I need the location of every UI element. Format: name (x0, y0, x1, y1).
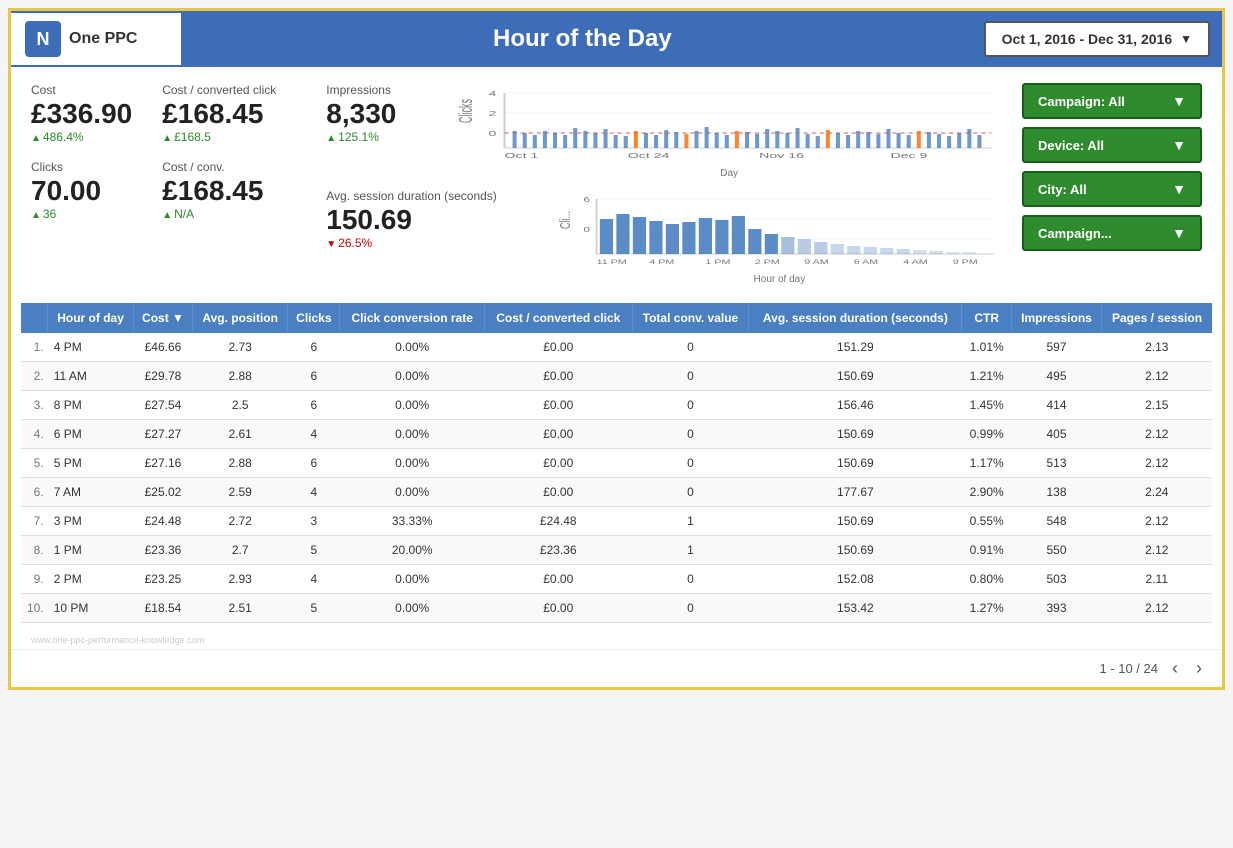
watermark: www.one-ppc-performance-knowledge.com (11, 633, 1222, 649)
top-chart-xlabel: Day (456, 168, 1002, 179)
svg-text:1 PM: 1 PM (705, 258, 730, 265)
data-table: Hour of day Cost ▼ Avg. position Clicks … (21, 303, 1212, 623)
table-row: 6.7 AM£25.022.5940.00%£0.000177.672.90%1… (21, 478, 1212, 507)
date-range-label: Oct 1, 2016 - Dec 31, 2016 (1002, 31, 1172, 47)
bottom-chart: Cli... 6 0 (557, 189, 1002, 269)
data-table-section: Hour of day Cost ▼ Avg. position Clicks … (11, 293, 1222, 633)
ccc-change-arrow (162, 130, 172, 144)
svg-text:Oct 24: Oct 24 (628, 152, 670, 160)
filters-panel: Campaign: All ▼ Device: All ▼ City: All … (1002, 83, 1202, 251)
impressions-change-arrow (326, 130, 336, 144)
col-ctr[interactable]: CTR (962, 303, 1012, 333)
svg-text:Cli...: Cli... (557, 211, 574, 229)
campaign-extra-dropdown-arrow: ▼ (1172, 225, 1186, 241)
col-pages-session[interactable]: Pages / session (1102, 303, 1212, 333)
metric-cost-converted-click: Cost / converted click £168.45 £168.5 (162, 83, 306, 144)
col-click-conversion-rate[interactable]: Click conversion rate (340, 303, 485, 333)
table-row: 2.11 AM£29.782.8860.00%£0.000150.691.21%… (21, 362, 1212, 391)
table-row: 3.8 PM£27.542.560.00%£0.000156.461.45%41… (21, 391, 1212, 420)
col-hour-of-day[interactable]: Hour of day (48, 303, 134, 333)
campaign-all-filter[interactable]: Campaign: All ▼ (1022, 83, 1202, 119)
table-row: 10.10 PM£18.542.5150.00%£0.000153.421.27… (21, 594, 1212, 623)
pagination-next[interactable]: › (1192, 658, 1206, 679)
logo-area: N One PPC (11, 13, 181, 65)
svg-text:6: 6 (583, 196, 589, 204)
logo-icon: N (25, 21, 61, 57)
metric-cost: Cost £336.90 486.4% (31, 83, 162, 144)
table-row: 4.6 PM£27.272.6140.00%£0.000150.690.99%4… (21, 420, 1212, 449)
campaign-dropdown-arrow: ▼ (1172, 93, 1186, 109)
table-row: 8.1 PM£23.362.7520.00%£23.361150.690.91%… (21, 536, 1212, 565)
top-chart: Clicks 4 2 0 (456, 83, 1002, 163)
date-range-button[interactable]: Oct 1, 2016 - Dec 31, 2016 ▼ (984, 21, 1210, 57)
avg-session-change-arrow (326, 236, 336, 250)
pagination: 1 - 10 / 24 ‹ › (11, 649, 1222, 687)
bottom-chart-xlabel: Hour of day (557, 274, 1002, 285)
svg-text:4 PM: 4 PM (649, 258, 674, 265)
campaign-extra-filter[interactable]: Campaign... ▼ (1022, 215, 1202, 251)
svg-text:Dec 9: Dec 9 (891, 152, 928, 160)
page-header: N One PPC Hour of the Day Oct 1, 2016 - … (11, 11, 1222, 67)
pagination-prev[interactable]: ‹ (1168, 658, 1182, 679)
svg-text:0: 0 (583, 226, 589, 234)
cost-change-arrow (31, 130, 41, 144)
svg-text:9 PM: 9 PM (953, 258, 978, 265)
city-dropdown-arrow: ▼ (1172, 181, 1186, 197)
table-row: 1.4 PM£46.662.7360.00%£0.000151.291.01%5… (21, 333, 1212, 362)
col-avg-session-duration[interactable]: Avg. session duration (seconds) (749, 303, 962, 333)
metric-avg-session: Avg. session duration (seconds) 150.69 2… (326, 189, 527, 250)
svg-text:4: 4 (489, 90, 497, 98)
table-row: 7.3 PM£24.482.72333.33%£24.481150.690.55… (21, 507, 1212, 536)
table-header-row: Hour of day Cost ▼ Avg. position Clicks … (21, 303, 1212, 333)
svg-text:Nov 16: Nov 16 (759, 152, 804, 160)
metric-cost-conv: Cost / conv. £168.45 N/A (162, 160, 306, 221)
col-impressions[interactable]: Impressions (1011, 303, 1101, 333)
page-title: Hour of the Day (181, 11, 984, 67)
device-dropdown-arrow: ▼ (1172, 137, 1186, 153)
col-total-conv-value[interactable]: Total conv. value (632, 303, 749, 333)
logo-text: One PPC (69, 30, 137, 48)
col-cost[interactable]: Cost ▼ (133, 303, 192, 333)
city-all-filter[interactable]: City: All ▼ (1022, 171, 1202, 207)
svg-text:Oct 1: Oct 1 (505, 152, 539, 160)
svg-text:11 PM: 11 PM (596, 258, 626, 265)
pagination-info: 1 - 10 / 24 (1099, 661, 1158, 676)
clicks-change-arrow (31, 207, 41, 221)
svg-text:9 AM: 9 AM (804, 258, 828, 265)
cost-conv-change-arrow (162, 207, 172, 221)
metric-clicks: Clicks 70.00 36 (31, 160, 162, 221)
date-range-dropdown-arrow: ▼ (1180, 32, 1192, 46)
table-row: 5.5 PM£27.162.8860.00%£0.000150.691.17%5… (21, 449, 1212, 478)
metric-impressions: Impressions 8,330 125.1% (326, 83, 426, 144)
table-body: 1.4 PM£46.662.7360.00%£0.000151.291.01%5… (21, 333, 1212, 623)
col-avg-position[interactable]: Avg. position (193, 303, 288, 333)
svg-text:6 AM: 6 AM (854, 258, 878, 265)
table-row: 9.2 PM£23.252.9340.00%£0.000152.080.80%5… (21, 565, 1212, 594)
svg-text:2 PM: 2 PM (755, 258, 780, 265)
svg-text:0: 0 (489, 130, 497, 138)
svg-text:4 AM: 4 AM (903, 258, 927, 265)
col-clicks[interactable]: Clicks (288, 303, 340, 333)
svg-text:Clicks: Clicks (457, 99, 477, 123)
col-num (21, 303, 48, 333)
device-all-filter[interactable]: Device: All ▼ (1022, 127, 1202, 163)
svg-text:2: 2 (489, 110, 497, 118)
col-cost-converted-click[interactable]: Cost / converted click (485, 303, 633, 333)
